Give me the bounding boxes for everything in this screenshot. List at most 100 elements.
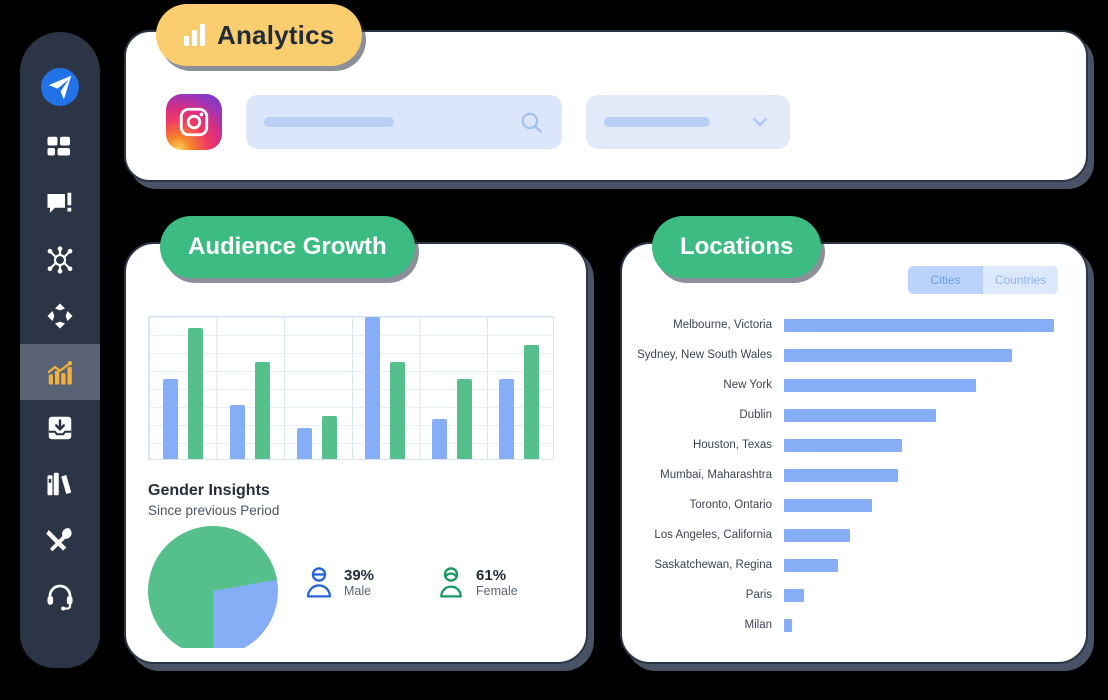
chevron-down-icon[interactable]	[748, 110, 772, 134]
location-bar	[784, 438, 902, 452]
app-root: Analytics Gender Insights Since previous…	[0, 0, 1108, 700]
location-label: Mumbai, Maharashtra	[660, 469, 772, 481]
male-label: Male	[344, 584, 372, 599]
bar-blue[interactable]	[499, 379, 515, 459]
gender-insights-subtitle: Since previous Period	[148, 503, 280, 518]
gender-insights-title: Gender Insights	[148, 482, 270, 499]
gender-stat-male: 39% Male	[304, 566, 374, 600]
tab-countries[interactable]: Countries	[983, 266, 1058, 294]
female-avatar-icon	[440, 567, 462, 598]
sidebar-item-dashboard[interactable]	[20, 120, 100, 176]
bar-green[interactable]	[524, 345, 540, 459]
location-row[interactable]: Mumbai, Maharashtra	[636, 460, 1076, 490]
analytics-badge: Analytics	[156, 4, 363, 66]
location-bar	[784, 378, 976, 392]
sidebar-item-tools[interactable]	[20, 512, 100, 568]
location-label: Toronto, Ontario	[689, 499, 772, 511]
headset-icon	[47, 584, 73, 611]
sidebar-item-network[interactable]	[20, 232, 100, 288]
tab-cities[interactable]: Cities	[908, 266, 983, 294]
bar-blue[interactable]	[229, 405, 245, 459]
audience-growth-card: Gender Insights Since previous Period 39…	[124, 242, 588, 664]
location-bar	[784, 498, 872, 512]
location-bar	[784, 618, 792, 632]
bar-green[interactable]	[187, 328, 203, 459]
location-bar	[784, 318, 1054, 332]
select-value-bar	[604, 117, 710, 127]
bar-chart-trend-icon	[47, 361, 73, 385]
sidebar-item-messages[interactable]	[20, 176, 100, 232]
diamond-icon	[47, 303, 73, 329]
instagram-icon[interactable]	[166, 94, 222, 150]
bar-green[interactable]	[456, 379, 472, 459]
bar-green[interactable]	[389, 362, 405, 459]
gender-stats: 39% Male 61% Female	[304, 566, 518, 600]
sidebar-item-support[interactable]	[20, 568, 100, 624]
bar-green[interactable]	[322, 416, 338, 459]
location-row[interactable]: Milan	[636, 610, 1076, 640]
bar-blue[interactable]	[364, 317, 380, 459]
search-icon[interactable]	[518, 109, 544, 135]
network-nodes-icon	[47, 246, 73, 274]
bar-group	[486, 317, 553, 459]
location-bar	[784, 558, 838, 572]
bar-blue[interactable]	[162, 379, 178, 459]
sidebar-item-logo[interactable]	[20, 54, 100, 120]
locations-bar-chart: Melbourne, Victoria Sydney, New South Wa…	[636, 310, 1076, 640]
location-row[interactable]: Dublin	[636, 400, 1076, 430]
grid-dashboard-icon	[47, 136, 70, 156]
female-percent: 61%	[476, 566, 507, 584]
location-label: Sydney, New South Wales	[637, 349, 772, 361]
gender-stat-female: 61% Female	[436, 566, 518, 600]
location-label: Melbourne, Victoria	[673, 319, 772, 331]
location-row[interactable]: New York	[636, 370, 1076, 400]
search-input[interactable]	[246, 95, 562, 149]
location-row[interactable]: Sydney, New South Wales	[636, 340, 1076, 370]
location-row[interactable]: Paris	[636, 580, 1076, 610]
instagram-glyph	[179, 107, 209, 137]
app-logo	[41, 68, 79, 106]
sidebar-item-inbox[interactable]	[20, 400, 100, 456]
locations-card: Cities Countries Melbourne, Victoria Syd…	[620, 242, 1088, 664]
location-bar	[784, 468, 898, 482]
audience-growth-chart	[148, 316, 554, 460]
bar-blue[interactable]	[431, 419, 447, 459]
location-bar	[784, 408, 936, 422]
female-label: Female	[476, 584, 518, 599]
filter-select[interactable]	[586, 95, 790, 149]
audience-growth-badge-label: Audience Growth	[188, 233, 387, 260]
sidebar	[20, 32, 100, 668]
sidebar-item-shapes[interactable]	[20, 288, 100, 344]
audience-growth-badge: Audience Growth	[160, 216, 415, 278]
bar-blue[interactable]	[297, 427, 313, 459]
location-row[interactable]: Houston, Texas	[636, 430, 1076, 460]
bar-group	[284, 317, 351, 459]
bar-group	[149, 317, 216, 459]
male-avatar-icon	[306, 567, 332, 598]
tools-wrench-icon	[46, 528, 72, 552]
location-row[interactable]: Toronto, Ontario	[636, 490, 1076, 520]
bar-group	[351, 317, 418, 459]
bar-green[interactable]	[254, 362, 270, 459]
locations-tab-group: Cities Countries	[908, 266, 1058, 294]
filter-row	[166, 94, 790, 150]
location-row[interactable]: Los Angeles, California	[636, 520, 1076, 550]
location-label: New York	[723, 379, 772, 391]
bar-chart-icon	[184, 24, 205, 46]
location-label: Houston, Texas	[692, 439, 772, 451]
location-row[interactable]: Melbourne, Victoria	[636, 310, 1076, 340]
bar-group	[418, 317, 485, 459]
locations-badge: Locations	[652, 216, 822, 278]
sidebar-item-analytics[interactable]	[20, 344, 100, 400]
location-label: Saskatchewan, Regina	[654, 559, 772, 571]
location-bar	[784, 588, 804, 602]
location-row[interactable]: Saskatchewan, Regina	[636, 550, 1076, 580]
sidebar-item-library[interactable]	[20, 456, 100, 512]
location-label: Paris	[745, 589, 772, 601]
analytics-badge-label: Analytics	[217, 19, 335, 50]
search-placeholder-bar	[264, 117, 394, 127]
location-bar	[784, 348, 1012, 362]
inbox-download-icon	[48, 416, 72, 440]
gender-pie-chart	[148, 526, 278, 648]
location-bar	[784, 528, 850, 542]
